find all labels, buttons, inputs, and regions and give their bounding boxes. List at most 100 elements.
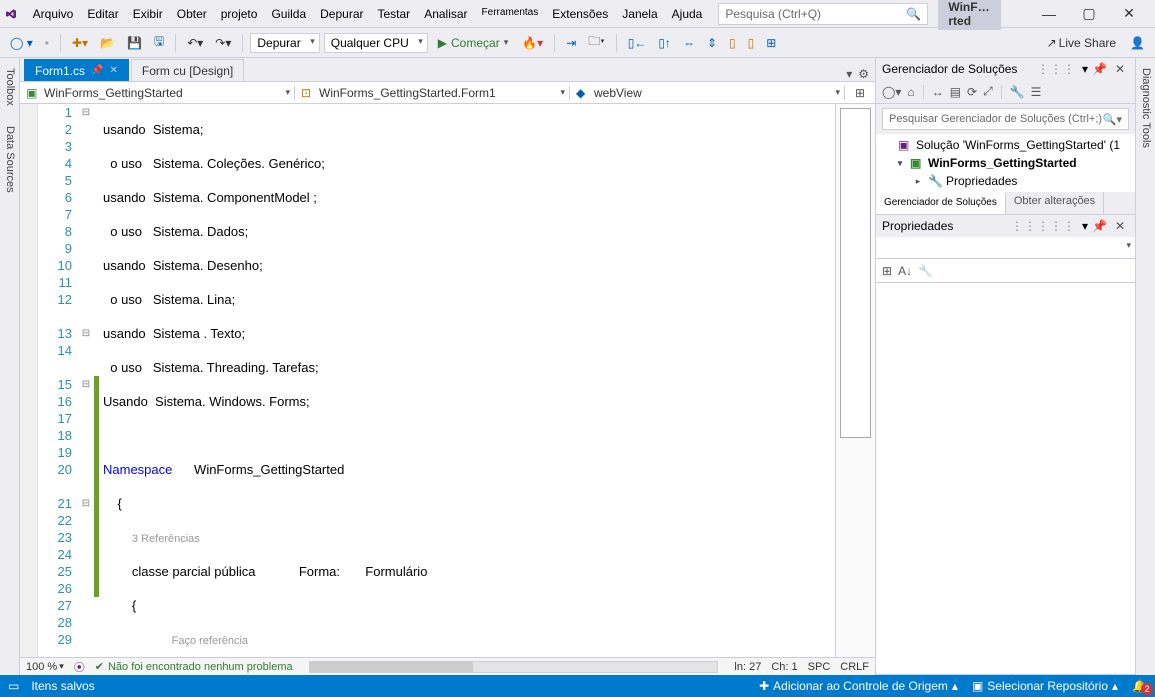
code-area[interactable]: usando Sistema; o uso Sistema. Coleções.…: [99, 104, 835, 657]
save-button[interactable]: 💾: [123, 33, 146, 53]
nav-fwd-button[interactable]: •: [41, 33, 53, 53]
toolbox-tab[interactable]: Toolbox: [2, 64, 17, 110]
tab-git-changes[interactable]: Obter alterações: [1006, 192, 1104, 214]
restore-button[interactable]: ▢: [1069, 0, 1109, 28]
admin-icon[interactable]: 👤: [1126, 33, 1149, 53]
menu-exibir[interactable]: Exibir: [127, 3, 169, 25]
datasources-tab[interactable]: Data Sources: [2, 122, 17, 197]
menu-ajuda[interactable]: Ajuda: [666, 3, 709, 25]
quick-search[interactable]: Pesquisa (Ctrl+Q) 🔍: [718, 3, 928, 25]
menu-guilda[interactable]: Guilda: [265, 3, 312, 25]
categorized-icon[interactable]: ⊞: [882, 264, 892, 278]
open-button[interactable]: 📂: [96, 33, 119, 53]
properties-node[interactable]: ▸ 🔧 Propriedades: [876, 172, 1135, 190]
liveshare-button[interactable]: ↗ Live Share: [1043, 33, 1120, 53]
tab-form1-cs[interactable]: Form1.cs 📌 ✕: [24, 59, 129, 81]
document-tabs: Form1.cs 📌 ✕ Form cu [Design] ▾ ⚙: [20, 58, 875, 82]
source-control-button[interactable]: ✚ Adicionar ao Controle de Origem ▴: [759, 679, 958, 693]
overview-ruler[interactable]: [835, 104, 875, 657]
align-top-button[interactable]: ▯↑: [654, 33, 675, 53]
preview-icon[interactable]: ☰: [1031, 85, 1042, 99]
search-placeholder: Pesquisar Gerenciador de Soluções (Ctrl+…: [889, 113, 1103, 125]
chevron-down-icon[interactable]: ▾: [1126, 240, 1131, 251]
tab-form-design[interactable]: Form cu [Design]: [131, 59, 244, 81]
solution-explorer-header[interactable]: Gerenciador de Soluções ⋮⋮⋮ ▾ 📌 ✕: [876, 58, 1135, 80]
property-wrench-icon[interactable]: 🔧: [918, 264, 933, 278]
menu-editar[interactable]: Editar: [81, 3, 124, 25]
outline-button[interactable]: ▯: [725, 33, 740, 53]
plus-icon: ✚: [759, 679, 769, 693]
menu-extensoes[interactable]: Extensões: [546, 3, 614, 25]
properties-header[interactable]: Propriedades ⋮⋮⋮⋮⋮ ▾ 📌 ✕: [876, 215, 1135, 237]
combo-text: webView: [594, 86, 642, 100]
solution-node[interactable]: ▣ Solução 'WinForms_GettingStarted' (1: [876, 136, 1135, 154]
collapse-icon[interactable]: ⤢: [983, 84, 993, 99]
zoom-combo[interactable]: 100 %▾: [26, 661, 64, 673]
tab-button[interactable]: ⊞: [762, 33, 780, 53]
save-all-button[interactable]: 🖫: [150, 29, 168, 56]
properties-body: ▾ ⊞ A↓ 🔧: [876, 237, 1135, 674]
home-icon[interactable]: ⌂: [907, 85, 914, 99]
panel-title: Propriedades: [882, 219, 1011, 233]
dist-h-button[interactable]: ⇔: [679, 33, 699, 53]
notifications-button[interactable]: 🔔 2: [1132, 679, 1147, 693]
new-item-button[interactable]: ✚▾: [68, 33, 92, 53]
menu-arquivo[interactable]: Arquivo: [27, 3, 80, 25]
menu-obter[interactable]: Obter: [171, 3, 213, 25]
menu-janela[interactable]: Janela: [616, 3, 663, 25]
minimize-button[interactable]: —: [1029, 0, 1069, 28]
config-dropdown[interactable]: Depurar: [250, 33, 319, 53]
step-button[interactable]: ⇥: [562, 33, 580, 53]
back-icon[interactable]: ◯▾: [882, 85, 901, 99]
project-combo[interactable]: ▣ WinForms_GettingStarted: [20, 86, 295, 100]
menu-depurar[interactable]: Depurar: [314, 3, 369, 25]
fold-margin[interactable]: ⊟⊟⊟⊟: [78, 104, 94, 657]
solution-tree[interactable]: ▣ Solução 'WinForms_GettingStarted' (1 ▾…: [876, 134, 1135, 192]
menu-projeto[interactable]: projeto: [215, 3, 264, 25]
refresh-icon[interactable]: ⟳: [967, 85, 977, 99]
outline2-button[interactable]: ▯: [744, 33, 759, 53]
close-icon[interactable]: ✕: [1111, 62, 1129, 76]
showall-icon[interactable]: ▤: [950, 85, 961, 99]
solution-search[interactable]: Pesquisar Gerenciador de Soluções (Ctrl+…: [882, 108, 1129, 130]
code-editor[interactable]: 1234567891011121314151617181920212223242…: [20, 104, 875, 657]
project-node[interactable]: ▾ ▣ WinForms_GettingStarted: [876, 154, 1135, 172]
h-scrollbar[interactable]: [309, 661, 719, 673]
sync-icon[interactable]: ↔: [932, 85, 944, 99]
align-left-button[interactable]: ▯←: [624, 33, 651, 53]
expander-icon[interactable]: ▾: [894, 158, 906, 169]
expander-icon[interactable]: ▸: [912, 176, 924, 187]
menu-ferramentas[interactable]: Ferramentas: [476, 3, 545, 25]
dist-v-button[interactable]: ⇕: [703, 33, 721, 53]
repo-select-button[interactable]: ▣ Selecionar Repositório ▴: [972, 679, 1118, 693]
start-label: Começar: [451, 36, 500, 50]
dropdown-icon[interactable]: ▾: [846, 67, 852, 81]
member-combo[interactable]: ◆ webView: [570, 86, 845, 100]
class-combo[interactable]: ⊡ WinForms_GettingStarted.Form1: [295, 86, 570, 100]
close-icon[interactable]: ✕: [1111, 219, 1129, 233]
editor-footer: 100 %▾ ⦿ ✔ Não foi encontrado nenhum pro…: [20, 657, 875, 675]
close-button[interactable]: ✕: [1109, 0, 1149, 28]
undo-button[interactable]: ↶▾: [183, 33, 207, 53]
menu-analisar[interactable]: Analisar: [418, 3, 473, 25]
pin-icon[interactable]: 📌: [91, 65, 103, 76]
csharp-icon: ▣: [26, 86, 40, 100]
gear-icon[interactable]: ⚙: [858, 67, 869, 81]
start-debug-button[interactable]: ▶ Começar ▾: [432, 34, 514, 52]
diagnostic-tools-tab[interactable]: Diagnostic Tools: [1138, 64, 1153, 152]
split-editor-button[interactable]: ⊞: [845, 86, 875, 100]
redo-button[interactable]: ↷▾: [211, 33, 235, 53]
close-icon[interactable]: ✕: [109, 65, 117, 76]
nav-back-button[interactable]: ◯ ▾: [6, 33, 37, 53]
tab-solution-explorer[interactable]: Gerenciador de Soluções: [876, 192, 1006, 214]
hot-reload-button[interactable]: 🔥▾: [518, 33, 547, 53]
find-button[interactable]: 🗀▾: [584, 29, 608, 56]
alphabetical-icon[interactable]: A↓: [898, 264, 912, 278]
properties-icon[interactable]: 🔧: [1010, 85, 1025, 99]
pin-icon[interactable]: 📌: [1088, 219, 1111, 233]
platform-dropdown[interactable]: Qualquer CPU: [324, 33, 428, 53]
pin-icon[interactable]: 📌: [1088, 62, 1111, 76]
menu-testar[interactable]: Testar: [372, 3, 417, 25]
health-icon[interactable]: ⦿: [74, 659, 85, 675]
panel-title: Gerenciador de Soluções: [882, 62, 1037, 76]
